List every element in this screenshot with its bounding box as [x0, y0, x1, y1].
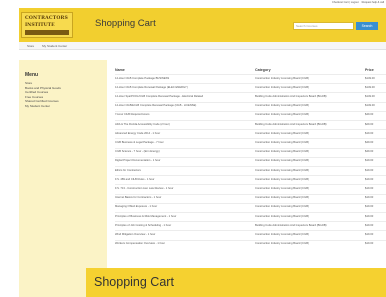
course-price: $19.00 [365, 242, 374, 246]
course-category: Construction Industry Licensing Board (C… [255, 159, 309, 163]
course-name[interactable]: Principles of Job Costing & Scheduling -… [115, 224, 243, 227]
table-row[interactable]: 7-Hour CILB Required Hours Construction I… [115, 110, 386, 120]
banner-title: Shopping Cart [94, 275, 174, 289]
course-name[interactable]: CILB Science - 7 hour - (Erm Energy) [115, 150, 243, 153]
course-category: Construction Industry Licensing Board (C… [255, 76, 309, 80]
table-row[interactable]: F.S. 713 - Construction Lien Law Review … [115, 184, 386, 193]
course-price: $19.00 [365, 232, 374, 236]
table-row[interactable]: Internet Basics for Contractors - 1 hour… [115, 193, 386, 203]
course-name[interactable]: 14-Hour CILB Complete Package BUSINESS [115, 77, 243, 80]
logo-line-2: INSTITUTE [25, 23, 55, 28]
page-title: Shopping Cart [95, 18, 156, 29]
course-price: $19.00 [365, 186, 374, 190]
course-category: Construction Industry Licensing Board (C… [255, 113, 309, 117]
course-name[interactable]: ADA & The Florida Accessibility Code (2 … [115, 123, 243, 126]
course-price: $49.00 [365, 113, 374, 117]
topbar-link[interactable]: Request help & call [362, 1, 384, 6]
search-button[interactable]: Search [356, 22, 378, 30]
logo-underline [25, 30, 69, 35]
table-row[interactable]: Principles of Job Costing & Scheduling -… [115, 221, 386, 230]
course-category: Construction Industry Licensing Board (C… [255, 168, 309, 172]
course-name[interactable]: Ethics for Contractors [115, 169, 243, 172]
course-price: $49.00 [365, 140, 374, 144]
table-row[interactable]: Advanced Energy Code 2014 - 1 hour Constr… [115, 129, 386, 138]
table-row[interactable]: 14-Hour Spa/POOL/CILB Complete Renewal P… [115, 92, 386, 101]
course-price: $149.00 [365, 94, 375, 98]
course-price: $19.00 [365, 131, 374, 135]
course-price: $149.00 [365, 85, 375, 89]
table-row[interactable]: Workers Compensation Overview - 1 hour Co… [115, 239, 386, 249]
course-category: Construction Industry Licensing Board (C… [255, 196, 309, 200]
table-row[interactable]: Managing OSHA Exposure - 1 hour Construct… [115, 202, 386, 212]
course-name[interactable]: Principles of Business & Risk Management… [115, 215, 243, 218]
course-category: Construction Industry Licensing Board (C… [255, 242, 309, 246]
course-category: Construction Industry Licensing Board (C… [255, 150, 309, 154]
course-price: $19.00 [365, 168, 374, 172]
course-name[interactable]: Wind Mitigation Overview - 1 hour [115, 233, 243, 236]
sidebar: Menu Store Books and Physical Goods Cert… [19, 60, 107, 297]
search-input[interactable]: Search Courses [293, 22, 354, 30]
course-price: $29.00 [365, 122, 374, 126]
table-row[interactable]: Ethics for Contractors Construction Indus… [115, 166, 386, 175]
nav-item-store[interactable]: Store [27, 44, 34, 48]
course-name[interactable]: Digital Project Documentation - 1 hour [115, 159, 243, 162]
course-name[interactable]: F.S. 713 - Construction Lien Law Review … [115, 187, 243, 190]
sidebar-menu: Store Books and Physical Goods Certified… [25, 81, 61, 109]
column-header-name: Name [115, 68, 125, 72]
course-category: Building Code Administrators And Inspect… [255, 223, 327, 227]
topbar-link[interactable]: Checkout Cart | Logout [332, 1, 359, 6]
column-header-category: Category [255, 68, 271, 72]
table-row[interactable]: Wind Mitigation Overview - 1 hour Constru… [115, 230, 386, 239]
table-row[interactable]: CILB Science - 7 hour - (Erm Energy) Cons… [115, 147, 386, 157]
top-utility-links: Checkout Cart | Logout Request help & ca… [268, 0, 386, 6]
course-name[interactable]: CILB Business & Legal Package - 7 hour [115, 141, 243, 144]
column-header-price: Price [365, 68, 374, 72]
shopping-cart-banner: Shopping Cart [86, 268, 386, 297]
course-price: $19.00 [365, 223, 374, 227]
course-category: Construction Industry Licensing Board (C… [255, 131, 309, 135]
logo-line-1: CONTRACTORS [25, 16, 69, 21]
table-row[interactable]: 14-Hour CILB/ECLB Complete Renewal Packa… [115, 101, 386, 111]
table-row[interactable]: CILB Business & Legal Package - 7 hour Co… [115, 138, 386, 147]
table-row[interactable]: Principles of Business & Risk Management… [115, 212, 386, 221]
course-category: Construction Industry Licensing Board (C… [255, 140, 309, 144]
course-price: $19.00 [365, 159, 374, 163]
course-name[interactable]: Advanced Energy Code 2014 - 1 hour [115, 132, 243, 135]
course-price: $149.00 [365, 76, 375, 80]
course-price: $49.00 [365, 150, 374, 154]
table-row[interactable]: Digital Project Documentation - 1 hour Co… [115, 156, 386, 166]
nav-item-student-center[interactable]: My Student Center [42, 44, 67, 48]
course-name[interactable]: Managing OSHA Exposure - 1 hour [115, 205, 243, 208]
course-price: $149.00 [365, 104, 375, 108]
site-header: CONTRACTORS INSTITUTE Shopping Cart Sear… [19, 8, 386, 42]
nav-bar: Store My Student Center [19, 42, 386, 50]
course-category: Construction Industry Licensing Board (C… [255, 104, 309, 108]
course-name[interactable]: 14-Hour Spa/POOL/CILB Complete Renewal P… [115, 95, 243, 98]
table-row[interactable]: F.S. 489 and CILB Rules - 1 hour Construc… [115, 175, 386, 184]
course-name[interactable]: F.S. 489 and CILB Rules - 1 hour [115, 178, 243, 181]
course-price: $19.00 [365, 214, 374, 218]
course-category: Construction Industry Licensing Board (C… [255, 205, 309, 209]
sidebar-title: Menu [25, 72, 39, 78]
table-row[interactable]: 14-Hour CILB Complete Renewal Package (E… [115, 83, 386, 92]
course-category: Construction Industry Licensing Board (C… [255, 85, 309, 89]
course-name[interactable]: 14-Hour CILB/ECLB Complete Renewal Packa… [115, 104, 243, 107]
course-price: $19.00 [365, 177, 374, 181]
course-category: Construction Industry Licensing Board (C… [255, 186, 309, 190]
course-price: $19.00 [365, 196, 374, 200]
site-logo[interactable]: CONTRACTORS INSTITUTE [21, 12, 73, 38]
table-row[interactable]: ADA & The Florida Accessibility Code (2 … [115, 120, 386, 129]
course-name[interactable]: Workers Compensation Overview - 1 hour [115, 242, 243, 245]
course-category: Construction Industry Licensing Board (C… [255, 214, 309, 218]
course-name[interactable]: Internet Basics for Contractors - 1 hour [115, 196, 243, 199]
table-row[interactable]: 14-Hour CILB Complete Package BUSINESS Co… [115, 74, 386, 83]
course-name[interactable]: 14-Hour CILB Complete Renewal Package (E… [115, 86, 243, 89]
course-category: Construction Industry Licensing Board (C… [255, 232, 309, 236]
course-category: Building Code Administrators And Inspect… [255, 122, 327, 126]
course-name[interactable]: 7-Hour CILB Required Hours [115, 113, 243, 116]
course-category: Building Code Administrators And Inspect… [255, 94, 327, 98]
course-price: $19.00 [365, 205, 374, 209]
sidebar-item-student-center[interactable]: My Student Center [25, 104, 61, 109]
course-category: Construction Industry Licensing Board (C… [255, 177, 309, 181]
